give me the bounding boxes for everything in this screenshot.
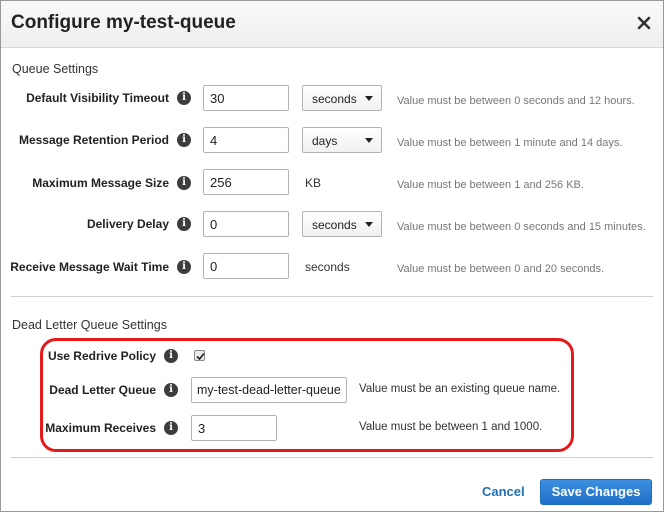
dead-letter-queue-input[interactable] [191,377,347,403]
footer-divider [11,457,653,458]
delivery-delay-label: Delivery Delay [86,217,169,231]
use-redrive-policy-label: Use Redrive Policy [47,349,156,363]
use-redrive-policy-checkbox[interactable] [194,350,205,361]
chevron-down-icon [365,222,373,227]
info-icon[interactable]: i [164,349,178,363]
select-value: days [312,134,338,148]
info-icon[interactable]: i [164,421,178,435]
select-value: seconds [312,218,357,232]
delivery-delay-unit-select[interactable]: seconds [302,211,382,237]
message-retention-period-input[interactable] [203,127,289,153]
cancel-button[interactable]: Cancel [482,484,525,499]
default-visibility-timeout-input[interactable] [203,85,289,111]
dead-letter-queue-settings-heading: Dead Letter Queue Settings [12,318,167,332]
dead-letter-queue-hint: Value must be an existing queue name. [359,383,561,395]
dialog-title: Configure my-test-queue [11,12,236,33]
select-value: seconds [312,92,357,106]
receive-message-wait-time-hint: Value must be between 0 and 20 seconds. [397,263,605,275]
message-retention-period-label: Message Retention Period [18,133,169,147]
dead-letter-queue-label: Dead Letter Queue [49,383,156,397]
maximum-receives-hint: Value must be between 1 and 1000. [359,421,543,433]
delivery-delay-hint: Value must be between 0 seconds and 15 m… [397,221,646,233]
delivery-delay-input[interactable] [203,211,289,237]
maximum-message-size-hint: Value must be between 1 and 256 KB. [397,179,584,191]
dialog-header: Configure my-test-queue [1,1,663,48]
message-retention-period-hint: Value must be between 1 minute and 14 da… [397,137,623,149]
chevron-down-icon [365,96,373,101]
save-changes-button[interactable]: Save Changes [540,479,652,505]
configure-queue-dialog: Configure my-test-queue Queue Settings D… [0,0,664,512]
default-visibility-timeout-unit-select[interactable]: seconds [302,85,382,111]
maximum-message-size-input[interactable] [203,169,289,195]
info-icon[interactable]: i [177,217,191,231]
maximum-message-size-label: Maximum Message Size [32,176,169,190]
info-icon[interactable]: i [177,133,191,147]
receive-message-wait-time-label: Receive Message Wait Time [10,260,169,274]
default-visibility-timeout-label: Default Visibility Timeout [26,91,169,105]
info-icon[interactable]: i [177,260,191,274]
default-visibility-timeout-hint: Value must be between 0 seconds and 12 h… [397,95,635,107]
chevron-down-icon [365,138,373,143]
queue-settings-heading: Queue Settings [12,62,99,76]
receive-message-wait-time-input[interactable] [203,253,289,279]
info-icon[interactable]: i [164,383,178,397]
maximum-message-size-unit: KB [305,176,322,190]
section-divider [11,296,653,297]
info-icon[interactable]: i [177,176,191,190]
maximum-receives-label: Maximum Receives [45,421,156,435]
message-retention-period-unit-select[interactable]: days [302,127,382,153]
close-icon[interactable] [632,11,656,35]
maximum-receives-input[interactable] [191,415,277,441]
receive-message-wait-time-unit: seconds [305,260,350,274]
info-icon[interactable]: i [177,91,191,105]
